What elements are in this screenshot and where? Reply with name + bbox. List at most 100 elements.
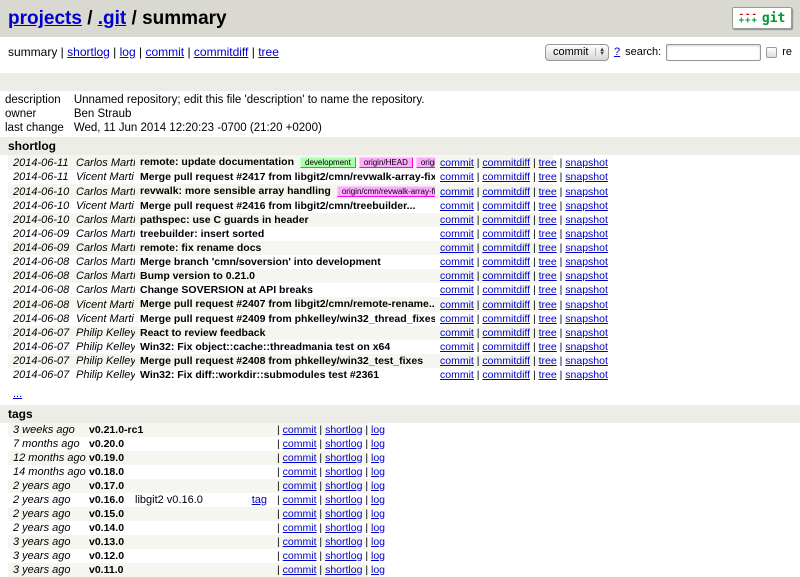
commit-link-commit[interactable]: commit xyxy=(440,171,474,183)
commit-link-commitdiff[interactable]: commitdiff xyxy=(482,327,530,339)
ref-badge-remote[interactable]: origin/cmn/revwalk-array-fix xyxy=(337,186,435,197)
commit-link-snapshot[interactable]: snapshot xyxy=(565,299,608,311)
tag-name-link[interactable]: v0.12.0 xyxy=(89,550,124,562)
breadcrumb-projects[interactable]: projects xyxy=(8,8,82,29)
commit-link-commit[interactable]: commit xyxy=(440,157,474,169)
commit-link-commit[interactable]: commit xyxy=(440,327,474,339)
commit-link-tree[interactable]: tree xyxy=(539,200,557,212)
tag-link-commit[interactable]: commit xyxy=(283,466,317,478)
commit-link-tree[interactable]: tree xyxy=(539,313,557,325)
breadcrumb-repo[interactable]: .git xyxy=(98,8,127,29)
commit-link-commit[interactable]: commit xyxy=(440,256,474,268)
tag-link-log[interactable]: log xyxy=(371,536,385,548)
commit-link-commit[interactable]: commit xyxy=(440,313,474,325)
commit-link-snapshot[interactable]: snapshot xyxy=(565,200,608,212)
commit-link-snapshot[interactable]: snapshot xyxy=(565,284,608,296)
commit-link-tree[interactable]: tree xyxy=(539,270,557,282)
tag-link-shortlog[interactable]: shortlog xyxy=(325,424,362,436)
commit-link-tree[interactable]: tree xyxy=(539,299,557,311)
commit-link-snapshot[interactable]: snapshot xyxy=(565,313,608,325)
commit-link-snapshot[interactable]: snapshot xyxy=(565,369,608,381)
tag-link-log[interactable]: log xyxy=(371,424,385,436)
nav-item-commitdiff[interactable]: commitdiff xyxy=(194,45,248,59)
commit-link-tree[interactable]: tree xyxy=(539,256,557,268)
commit-link-snapshot[interactable]: snapshot xyxy=(565,341,608,353)
tag-link-shortlog[interactable]: shortlog xyxy=(325,550,362,562)
tag-name-link[interactable]: v0.19.0 xyxy=(89,452,124,464)
commit-link-snapshot[interactable]: snapshot xyxy=(565,256,608,268)
commit-link-tree[interactable]: tree xyxy=(539,369,557,381)
tag-name-link[interactable]: v0.20.0 xyxy=(89,438,124,450)
commit-subject-link[interactable]: Win32: Fix object::cache::threadmania te… xyxy=(140,341,390,353)
nav-item-log[interactable]: log xyxy=(120,45,136,59)
commit-link-commitdiff[interactable]: commitdiff xyxy=(482,200,530,212)
tag-link-commit[interactable]: commit xyxy=(283,424,317,436)
ref-badge-remote[interactable]: origin/HEAD xyxy=(359,157,413,168)
tag-link-log[interactable]: log xyxy=(371,452,385,464)
tag-name-link[interactable]: v0.16.0 xyxy=(89,494,124,506)
commit-subject-link[interactable]: remote: fix rename docs xyxy=(140,242,261,254)
commit-link-commitdiff[interactable]: commitdiff xyxy=(482,355,530,367)
tag-link-log[interactable]: log xyxy=(371,564,385,576)
tag-name-link[interactable]: v0.21.0-rc1 xyxy=(89,424,143,436)
commit-subject-link[interactable]: remote: update documentation xyxy=(140,156,294,168)
tag-link-shortlog[interactable]: shortlog xyxy=(325,564,362,576)
commit-subject-link[interactable]: treebuilder: insert sorted xyxy=(140,228,264,240)
tag-link-log[interactable]: log xyxy=(371,522,385,534)
tag-link-commit[interactable]: commit xyxy=(283,522,317,534)
commit-link-snapshot[interactable]: snapshot xyxy=(565,214,608,226)
commit-link-tree[interactable]: tree xyxy=(539,171,557,183)
ref-badge-head[interactable]: development xyxy=(300,157,356,168)
tag-link-commit[interactable]: commit xyxy=(283,550,317,562)
tag-link-shortlog[interactable]: shortlog xyxy=(325,452,362,464)
tag-link-shortlog[interactable]: shortlog xyxy=(325,508,362,520)
commit-link-commitdiff[interactable]: commitdiff xyxy=(482,256,530,268)
commit-link-commitdiff[interactable]: commitdiff xyxy=(482,341,530,353)
tag-link-commit[interactable]: commit xyxy=(283,508,317,520)
commit-link-snapshot[interactable]: snapshot xyxy=(565,157,608,169)
commit-link-commitdiff[interactable]: commitdiff xyxy=(482,228,530,240)
tag-link-shortlog[interactable]: shortlog xyxy=(325,494,362,506)
search-help-link[interactable]: ? xyxy=(614,46,620,58)
tag-name-link[interactable]: v0.18.0 xyxy=(89,466,124,478)
commit-link-snapshot[interactable]: snapshot xyxy=(565,228,608,240)
tag-name-link[interactable]: v0.14.0 xyxy=(89,522,124,534)
commit-subject-link[interactable]: revwalk: more sensible array handling xyxy=(140,185,331,197)
tag-link-log[interactable]: log xyxy=(371,550,385,562)
tag-link-commit[interactable]: commit xyxy=(283,536,317,548)
commit-link-tree[interactable]: tree xyxy=(539,242,557,254)
tag-link-shortlog[interactable]: shortlog xyxy=(325,536,362,548)
shortlog-title-link[interactable]: shortlog xyxy=(8,139,56,153)
commit-link-snapshot[interactable]: snapshot xyxy=(565,355,608,367)
tags-title-link[interactable]: tags xyxy=(8,407,33,421)
tag-link-shortlog[interactable]: shortlog xyxy=(325,522,362,534)
commit-link-tree[interactable]: tree xyxy=(539,186,557,198)
commit-link-commitdiff[interactable]: commitdiff xyxy=(482,270,530,282)
commit-link-commit[interactable]: commit xyxy=(440,200,474,212)
tag-name-link[interactable]: v0.17.0 xyxy=(89,480,124,492)
commit-link-tree[interactable]: tree xyxy=(539,157,557,169)
commit-link-commitdiff[interactable]: commitdiff xyxy=(482,313,530,325)
commit-link-commit[interactable]: commit xyxy=(440,186,474,198)
tag-name-link[interactable]: v0.13.0 xyxy=(89,536,124,548)
tag-link-log[interactable]: log xyxy=(371,494,385,506)
tag-link-log[interactable]: log xyxy=(371,508,385,520)
commit-link-commitdiff[interactable]: commitdiff xyxy=(482,171,530,183)
tag-link-log[interactable]: log xyxy=(371,438,385,450)
commit-link-tree[interactable]: tree xyxy=(539,355,557,367)
shortlog-more-link[interactable]: ... xyxy=(13,388,22,400)
commit-subject-link[interactable]: pathspec: use C guards in header xyxy=(140,214,309,226)
tag-link-commit[interactable]: commit xyxy=(283,564,317,576)
commit-link-tree[interactable]: tree xyxy=(539,327,557,339)
commit-subject-link[interactable]: Win32: Fix diff::workdir::submodules tes… xyxy=(140,369,379,381)
commit-link-tree[interactable]: tree xyxy=(539,228,557,240)
commit-subject-link[interactable]: React to review feedback xyxy=(140,327,265,339)
commit-link-commitdiff[interactable]: commitdiff xyxy=(482,299,530,311)
regex-checkbox[interactable] xyxy=(766,47,777,58)
tag-name-link[interactable]: v0.15.0 xyxy=(89,508,124,520)
commit-link-snapshot[interactable]: snapshot xyxy=(565,186,608,198)
commit-subject-link[interactable]: Merge pull request #2407 from libgit2/cm… xyxy=(140,298,435,310)
commit-link-commit[interactable]: commit xyxy=(440,228,474,240)
commit-link-commit[interactable]: commit xyxy=(440,341,474,353)
commit-link-commitdiff[interactable]: commitdiff xyxy=(482,284,530,296)
